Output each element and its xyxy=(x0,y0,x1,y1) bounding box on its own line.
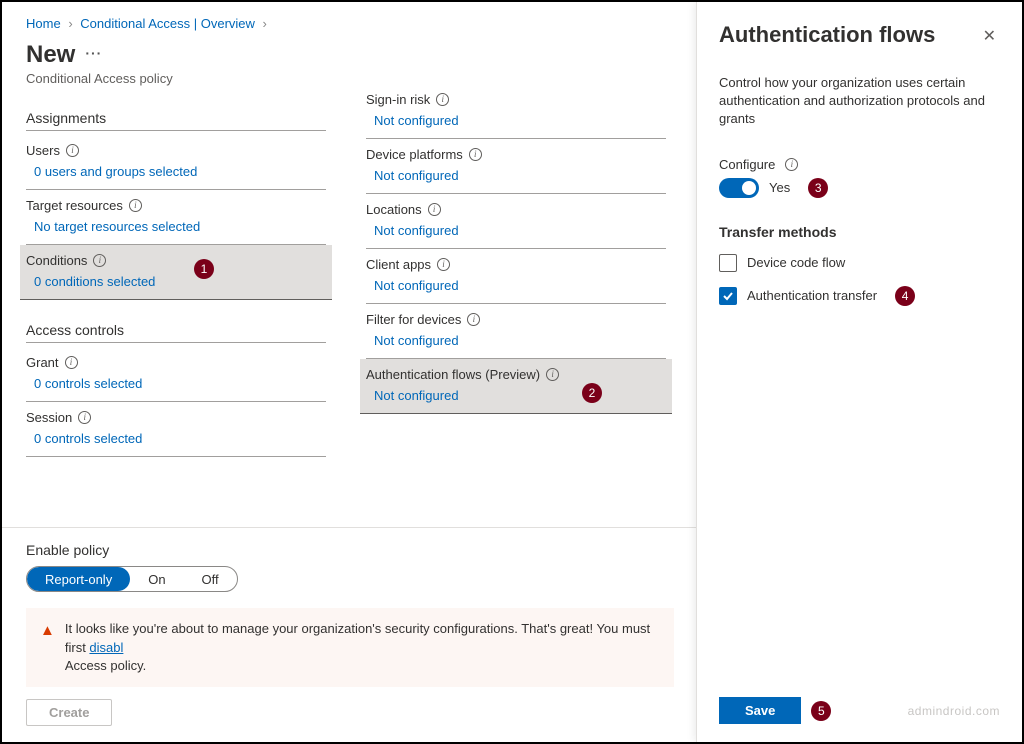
session-value[interactable]: 0 controls selected xyxy=(26,431,326,446)
configure-toggle[interactable] xyxy=(719,178,759,198)
info-icon[interactable]: i xyxy=(437,258,450,271)
locations-value[interactable]: Not configured xyxy=(366,223,666,238)
checkbox-checked-icon[interactable] xyxy=(719,287,737,305)
session-label: Session xyxy=(26,410,72,425)
assignment-users[interactable]: Usersi 0 users and groups selected xyxy=(26,135,326,190)
warning-link[interactable]: disabl xyxy=(89,640,123,655)
auth-transfer-label: Authentication transfer xyxy=(747,288,877,303)
device-code-label: Device code flow xyxy=(747,255,845,270)
breadcrumb: Home › Conditional Access | Overview › xyxy=(26,16,674,31)
authflows-label: Authentication flows (Preview) xyxy=(366,367,540,382)
assignment-conditions[interactable]: Conditions i 0 conditions selected 1 xyxy=(20,245,332,300)
device-value[interactable]: Not configured xyxy=(366,168,666,183)
enable-policy-toggle[interactable]: Report-only On Off xyxy=(26,566,238,592)
warning-icon: ▲ xyxy=(40,620,55,675)
target-label: Target resources xyxy=(26,198,123,213)
condition-auth-flows[interactable]: Authentication flows (Preview) i Not conf… xyxy=(360,359,672,414)
signin-label: Sign-in risk xyxy=(366,92,430,107)
warning-banner: ▲ It looks like you're about to manage y… xyxy=(26,608,674,687)
section-assignments: Assignments xyxy=(26,110,326,131)
control-session[interactable]: Session i 0 controls selected xyxy=(26,402,326,457)
control-grant[interactable]: Granti 0 controls selected xyxy=(26,347,326,402)
pill-on[interactable]: On xyxy=(130,567,183,591)
condition-locations[interactable]: Locations i Not configured xyxy=(366,194,666,249)
assignment-target-resources[interactable]: Target resources i No target resources se… xyxy=(26,190,326,245)
users-label: Users xyxy=(26,143,60,158)
filter-label: Filter for devices xyxy=(366,312,461,327)
checkbox-icon[interactable] xyxy=(719,254,737,272)
watermark: admindroid.com xyxy=(908,704,1000,718)
info-icon[interactable]: i xyxy=(785,158,798,171)
filter-value[interactable]: Not configured xyxy=(366,333,666,348)
panel-title: Authentication flows xyxy=(719,22,935,48)
conditions-label: Conditions xyxy=(26,253,87,268)
pill-report-only[interactable]: Report-only xyxy=(27,567,130,591)
callout-3: 3 xyxy=(808,178,828,198)
auth-flows-panel: Authentication flows ✕ Control how your … xyxy=(696,2,1022,742)
grant-label: Grant xyxy=(26,355,59,370)
info-icon[interactable]: i xyxy=(78,411,91,424)
checkbox-device-code-flow[interactable]: Device code flow xyxy=(719,254,1000,272)
locations-label: Locations xyxy=(366,202,422,217)
info-icon[interactable]: i xyxy=(546,368,559,381)
target-value[interactable]: No target resources selected xyxy=(26,219,326,234)
pill-off[interactable]: Off xyxy=(184,567,237,591)
close-icon[interactable]: ✕ xyxy=(979,22,1000,50)
page-title: New ··· xyxy=(26,41,674,69)
callout-5: 5 xyxy=(811,701,831,721)
info-icon[interactable]: i xyxy=(129,199,142,212)
signin-value[interactable]: Not configured xyxy=(366,113,666,128)
panel-description: Control how your organization uses certa… xyxy=(719,74,1000,129)
condition-client-apps[interactable]: Client apps i Not configured xyxy=(366,249,666,304)
configure-label: Configure xyxy=(719,157,775,172)
breadcrumb-home[interactable]: Home xyxy=(26,16,61,31)
callout-1: 1 xyxy=(194,259,214,279)
warning-text-b: Access policy. xyxy=(65,658,146,673)
create-button: Create xyxy=(26,699,112,726)
chevron-right-icon: › xyxy=(68,16,72,31)
condition-signin-risk[interactable]: Sign-in risk i Not configured xyxy=(366,84,666,139)
callout-4: 4 xyxy=(895,286,915,306)
checkbox-auth-transfer[interactable]: Authentication transfer 4 xyxy=(719,286,1000,306)
section-access-controls: Access controls xyxy=(26,322,326,343)
condition-filter-devices[interactable]: Filter for devices i Not configured xyxy=(366,304,666,359)
transfer-methods-heading: Transfer methods xyxy=(719,224,1000,240)
callout-2: 2 xyxy=(582,383,602,403)
grant-value[interactable]: 0 controls selected xyxy=(26,376,326,391)
authflows-value[interactable]: Not configured xyxy=(366,388,666,403)
users-value[interactable]: 0 users and groups selected xyxy=(26,164,326,179)
info-icon[interactable]: i xyxy=(436,93,449,106)
chevron-right-icon: › xyxy=(263,16,267,31)
info-icon[interactable]: i xyxy=(467,313,480,326)
page-title-text: New xyxy=(26,41,75,69)
conditions-value[interactable]: 0 conditions selected xyxy=(26,274,326,289)
more-actions-icon[interactable]: ··· xyxy=(85,45,102,61)
clientapps-value[interactable]: Not configured xyxy=(366,278,666,293)
breadcrumb-conditional-access[interactable]: Conditional Access | Overview xyxy=(80,16,255,31)
save-button[interactable]: Save xyxy=(719,697,801,724)
info-icon[interactable]: i xyxy=(65,356,78,369)
condition-device-platforms[interactable]: Device platforms i Not configured xyxy=(366,139,666,194)
configure-toggle-state: Yes xyxy=(769,180,790,195)
info-icon[interactable]: i xyxy=(469,148,482,161)
clientapps-label: Client apps xyxy=(366,257,431,272)
info-icon[interactable]: i xyxy=(93,254,106,267)
enable-policy-label: Enable policy xyxy=(26,542,674,558)
info-icon[interactable]: i xyxy=(428,203,441,216)
device-label: Device platforms xyxy=(366,147,463,162)
warning-text: It looks like you're about to manage you… xyxy=(65,621,650,654)
info-icon[interactable]: i xyxy=(66,144,79,157)
